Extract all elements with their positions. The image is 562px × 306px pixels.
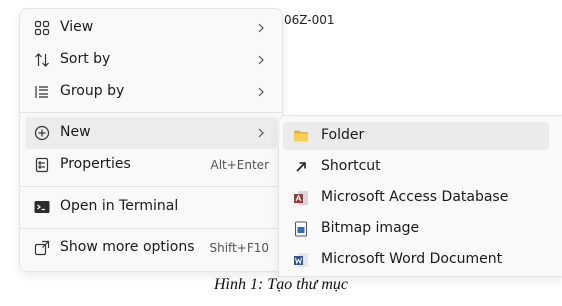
submenu-item-label: Shortcut (321, 158, 381, 174)
chevron-right-icon (258, 23, 264, 33)
menu-item-new[interactable]: New (25, 117, 277, 149)
menu-separator (20, 112, 282, 113)
group-icon (35, 86, 48, 98)
menu-item-sort-by[interactable]: Sort by (25, 44, 277, 76)
menu-separator (20, 186, 282, 187)
menu-item-label: New (60, 124, 91, 140)
context-menu: View Sort by Group by New Properties Alt… (19, 8, 283, 272)
view-icon (34, 20, 50, 36)
new-submenu: Folder Shortcut Microsoft Access Databas… (278, 115, 562, 277)
more-options-icon (34, 240, 50, 256)
word-icon (294, 253, 308, 267)
menu-item-label: View (60, 19, 94, 35)
menu-item-open-in-terminal[interactable]: Open in Terminal (25, 191, 277, 223)
folder-icon (294, 130, 308, 142)
submenu-item-access-database[interactable]: Microsoft Access Database (283, 184, 549, 212)
menu-item-group-by[interactable]: Group by (25, 76, 277, 108)
chevron-right-icon (258, 55, 264, 65)
submenu-item-label: Bitmap image (321, 220, 420, 236)
submenu-item-shortcut[interactable]: Shortcut (283, 153, 549, 181)
menu-item-label: Show more options (60, 239, 195, 255)
new-plus-icon (34, 125, 50, 141)
menu-item-label: Sort by (60, 51, 111, 67)
submenu-item-folder[interactable]: Folder (283, 122, 549, 150)
sort-icon (35, 53, 49, 67)
menu-item-label: Open in Terminal (60, 198, 179, 214)
bitmap-icon (295, 221, 307, 237)
submenu-item-bitmap-image[interactable]: Bitmap image (283, 215, 549, 243)
menu-item-show-more-options[interactable]: Show more options Shift+F10 (25, 232, 277, 264)
shortcut-text: Alt+Enter (210, 158, 269, 172)
terminal-icon (34, 201, 50, 213)
submenu-item-word-document[interactable]: Microsoft Word Document (283, 246, 549, 274)
shortcut-icon (296, 162, 306, 172)
access-icon (294, 191, 308, 205)
chevron-right-icon (258, 128, 264, 138)
menu-item-label: Properties (60, 156, 131, 172)
figure-caption: Hình 1: Tạo thư mục (213, 276, 349, 293)
properties-icon (35, 157, 49, 173)
submenu-item-label: Microsoft Access Database (321, 189, 509, 205)
menu-item-label: Group by (60, 83, 125, 99)
background-filename: 06Z-001 (284, 13, 335, 27)
shortcut-text: Shift+F10 (209, 241, 269, 255)
menu-item-view[interactable]: View (25, 12, 277, 44)
menu-separator (20, 228, 282, 229)
submenu-item-label: Folder (321, 127, 365, 143)
submenu-item-label: Microsoft Word Document (321, 251, 503, 267)
menu-item-properties[interactable]: Properties Alt+Enter (25, 149, 277, 181)
chevron-right-icon (258, 87, 264, 97)
